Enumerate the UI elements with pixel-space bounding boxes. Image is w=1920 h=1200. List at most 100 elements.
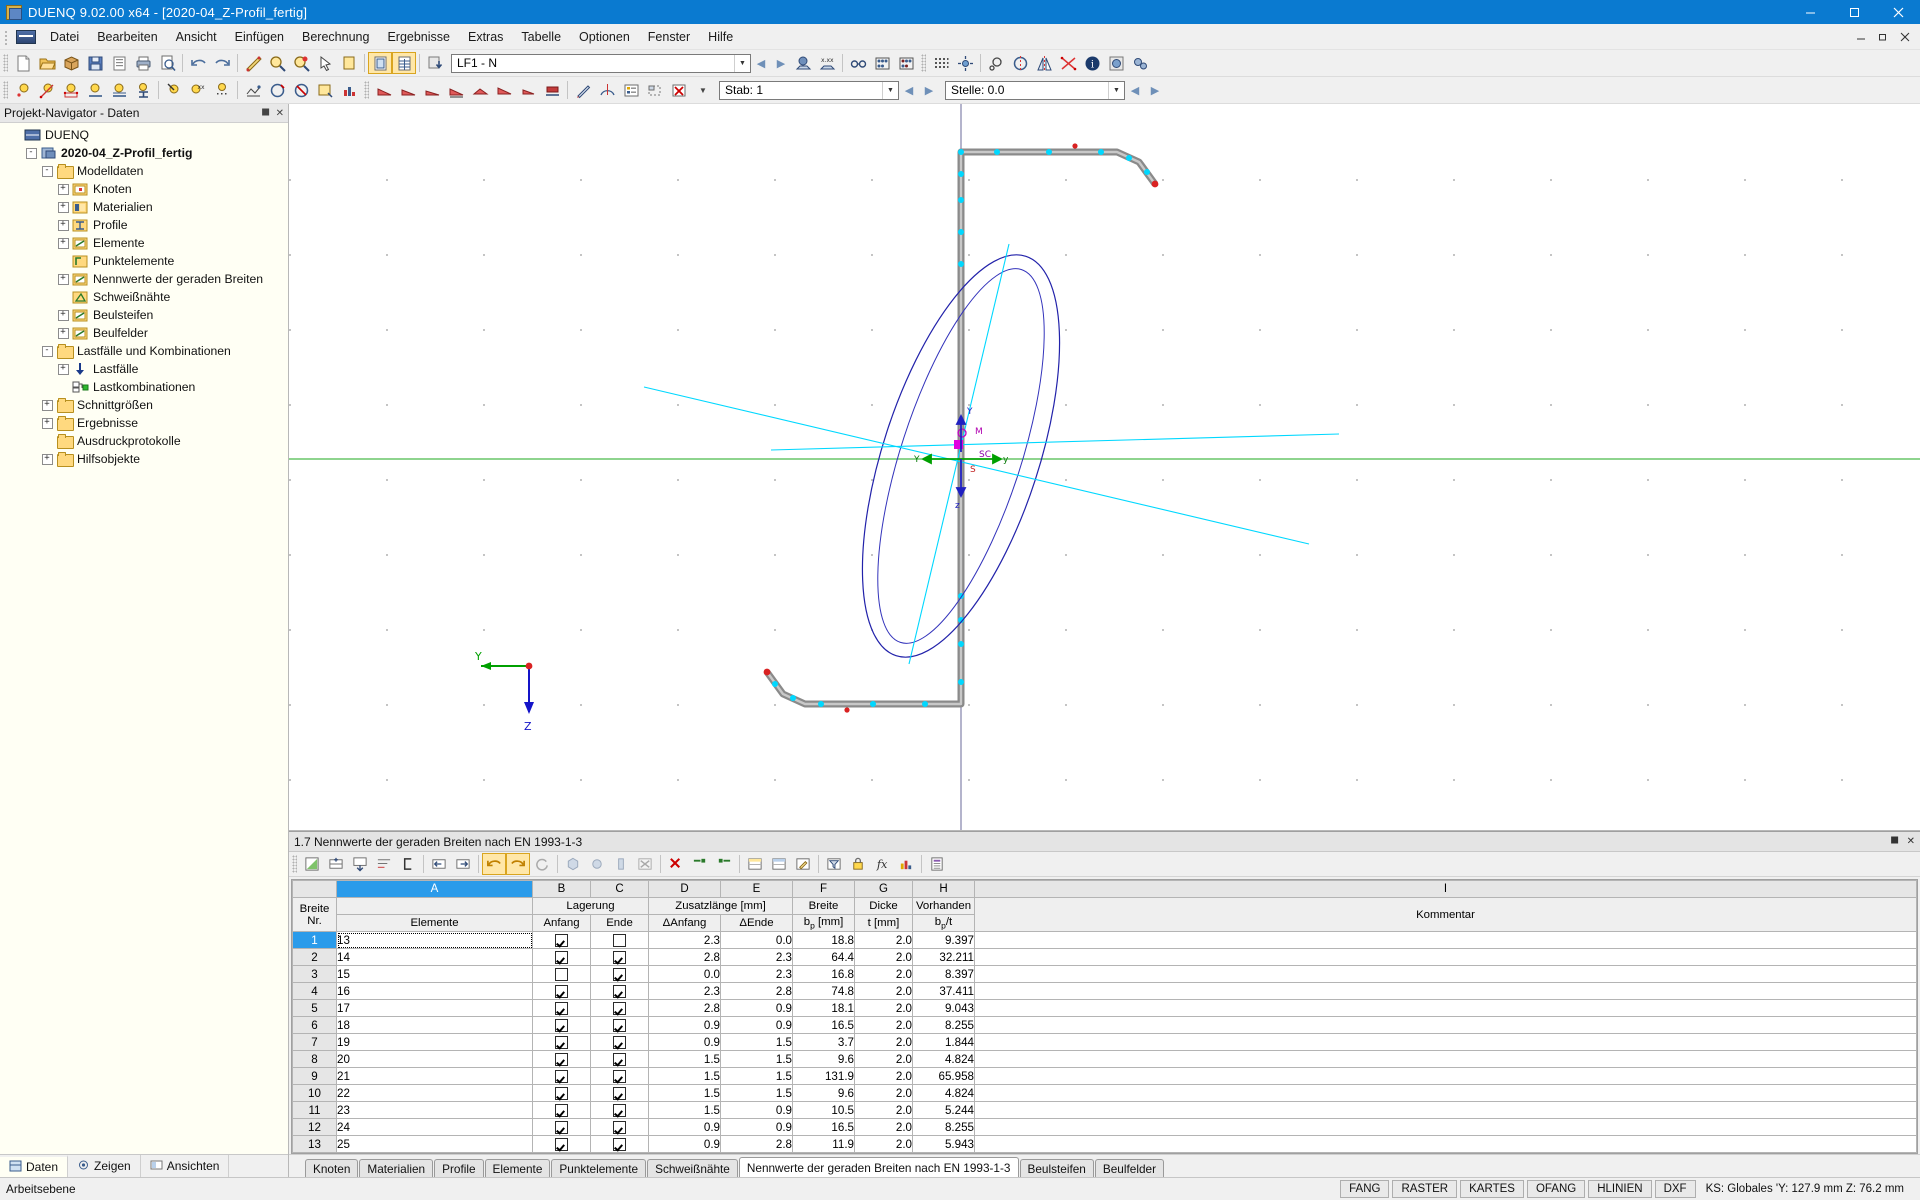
- cell-d_ende[interactable]: 2.8: [720, 1135, 793, 1153]
- cell-bpt[interactable]: 1.844: [912, 1033, 975, 1051]
- cell-ende[interactable]: [590, 1033, 649, 1051]
- cell-ende[interactable]: [590, 931, 649, 949]
- cell-d_ende[interactable]: 1.5: [720, 1033, 793, 1051]
- edit-section-icon[interactable]: [241, 52, 265, 74]
- cell-kommentar[interactable]: [974, 1050, 1917, 1068]
- table-bracket-icon[interactable]: [396, 853, 420, 875]
- render-panel-icon[interactable]: [368, 52, 392, 74]
- cell-d_anfang[interactable]: 0.9: [648, 1135, 721, 1153]
- tree-item-schwei-n-hte[interactable]: Schweißnähte: [0, 288, 288, 306]
- table-redo-icon[interactable]: [506, 853, 530, 875]
- maximize-button[interactable]: [1832, 0, 1876, 24]
- cell-bp[interactable]: 16.5: [792, 1118, 855, 1136]
- cell-t[interactable]: 2.0: [854, 1016, 913, 1034]
- frame-icon[interactable]: [643, 79, 667, 101]
- checkbox-ende[interactable]: [613, 933, 626, 947]
- menu-item-hilfe[interactable]: Hilfe: [699, 26, 742, 48]
- tree-item-schnittgr-en[interactable]: + Schnittgrößen: [0, 396, 288, 414]
- cell-d_ende[interactable]: 0.9: [720, 1016, 793, 1034]
- checkbox-ende[interactable]: [613, 1086, 626, 1100]
- cell-d_ende[interactable]: 2.3: [720, 965, 793, 983]
- view-point-icon[interactable]: [791, 52, 815, 74]
- cell-elemente[interactable]: 24: [336, 1118, 533, 1136]
- cell-elemente[interactable]: 13: [336, 931, 533, 949]
- copy-icon[interactable]: [337, 52, 361, 74]
- collapse-toggle-icon[interactable]: -: [38, 162, 56, 180]
- menu-item-bearbeiten[interactable]: Bearbeiten: [88, 26, 166, 48]
- cell-anfang[interactable]: [532, 931, 591, 949]
- navigator-tab-zeigen[interactable]: Zeigen: [68, 1155, 141, 1177]
- cell-ende[interactable]: [590, 948, 649, 966]
- cell-d_ende[interactable]: 1.5: [720, 1067, 793, 1085]
- expand-toggle-icon[interactable]: +: [54, 324, 72, 342]
- open-folder-icon[interactable]: [35, 52, 59, 74]
- checkbox-ende[interactable]: [613, 950, 626, 964]
- column-letter-E[interactable]: E: [720, 880, 793, 898]
- cell-d_anfang[interactable]: 1.5: [648, 1101, 721, 1119]
- tree-item-ausdruckprotokolle[interactable]: Ausdruckprotokolle: [0, 432, 288, 450]
- cell-d_ende[interactable]: 1.5: [720, 1084, 793, 1102]
- checkbox-ende[interactable]: [613, 984, 626, 998]
- checkbox-anfang[interactable]: [555, 1018, 568, 1032]
- chevron-down-icon[interactable]: ▼: [734, 54, 750, 72]
- cell-ende[interactable]: [590, 1084, 649, 1102]
- status-chip-ofang[interactable]: OFANG: [1526, 1180, 1586, 1198]
- cell-kommentar[interactable]: [974, 1101, 1917, 1119]
- cell-bp[interactable]: 18.1: [792, 999, 855, 1017]
- status-chip-dxf[interactable]: DXF: [1654, 1180, 1696, 1198]
- cell-bpt[interactable]: 37.411: [912, 982, 975, 1000]
- cell-bp[interactable]: 9.6: [792, 1084, 855, 1102]
- cell-ende[interactable]: [590, 1118, 649, 1136]
- cell-anfang[interactable]: [532, 1067, 591, 1085]
- cell-bpt[interactable]: 5.943: [912, 1135, 975, 1153]
- settings-icon[interactable]: [1104, 52, 1128, 74]
- cell-elemente[interactable]: 23: [336, 1101, 533, 1119]
- abacus2-icon[interactable]: [894, 52, 918, 74]
- cell-bpt[interactable]: 4.824: [912, 1050, 975, 1068]
- cell-kommentar[interactable]: [974, 1033, 1917, 1051]
- expand-toggle-icon[interactable]: +: [54, 270, 72, 288]
- load-arrow5-icon[interactable]: [468, 79, 492, 101]
- checkbox-ende[interactable]: [613, 1018, 626, 1032]
- panel-icon[interactable]: [313, 79, 337, 101]
- checkbox-anfang[interactable]: [555, 933, 568, 947]
- checkbox-ende[interactable]: [613, 967, 626, 981]
- tree-spacer[interactable]: [54, 288, 72, 306]
- checkbox-anfang[interactable]: [555, 1086, 568, 1100]
- table-row[interactable]: 8 20 1.5 1.5 9.6 2.0 4.824: [292, 1050, 1917, 1068]
- load-arrow4-icon[interactable]: [444, 79, 468, 101]
- toolbar-grip-1[interactable]: [3, 54, 8, 72]
- cell-ende[interactable]: [590, 1135, 649, 1153]
- cell-t[interactable]: 2.0: [854, 1101, 913, 1119]
- table-row[interactable]: 12 24 0.9 0.9 16.5 2.0 8.255: [292, 1118, 1917, 1136]
- table-sort-icon[interactable]: [372, 853, 396, 875]
- rotate-object-icon[interactable]: [984, 52, 1008, 74]
- cell-bp[interactable]: 10.5: [792, 1101, 855, 1119]
- stelle-prev-button[interactable]: ◀: [1125, 80, 1145, 100]
- table-panel-icon[interactable]: [392, 52, 416, 74]
- navigator-close-icon[interactable]: ✕: [276, 108, 284, 119]
- table-print-icon[interactable]: [925, 853, 949, 875]
- cell-bp[interactable]: 74.8: [792, 982, 855, 1000]
- mirror-icon[interactable]: [1032, 52, 1056, 74]
- checkbox-anfang[interactable]: [555, 1001, 568, 1015]
- tree-item-lastkombinationen[interactable]: Lastkombinationen: [0, 378, 288, 396]
- cell-elemente[interactable]: 15: [336, 965, 533, 983]
- menu-item-einf-gen[interactable]: Einfügen: [226, 26, 293, 48]
- table-row[interactable]: 1 13 2.3 0.0 18.8 2.0 9.397: [292, 931, 1917, 949]
- menu-item-berechnung[interactable]: Berechnung: [293, 26, 378, 48]
- table-row[interactable]: 4 16 2.3 2.8 74.8 2.0 37.411: [292, 982, 1917, 1000]
- expand-toggle-icon[interactable]: +: [38, 414, 56, 432]
- status-chip-raster[interactable]: RASTER: [1392, 1180, 1458, 1198]
- row-header[interactable]: 12: [292, 1118, 337, 1136]
- cell-d_anfang[interactable]: 1.5: [648, 1050, 721, 1068]
- model-canvas[interactable]: M SC S y Y z Y Y Z: [289, 104, 1920, 831]
- cell-bpt[interactable]: 8.255: [912, 1118, 975, 1136]
- node-section-icon[interactable]: [131, 79, 155, 101]
- load-arrow7-icon[interactable]: [516, 79, 540, 101]
- tree-item-punktelemente[interactable]: Punktelemente: [0, 252, 288, 270]
- menu-item-extras[interactable]: Extras: [459, 26, 512, 48]
- loadcase-prev-button[interactable]: ◀: [751, 53, 771, 73]
- print-preview-icon[interactable]: [155, 52, 179, 74]
- node-grid-icon[interactable]: [59, 79, 83, 101]
